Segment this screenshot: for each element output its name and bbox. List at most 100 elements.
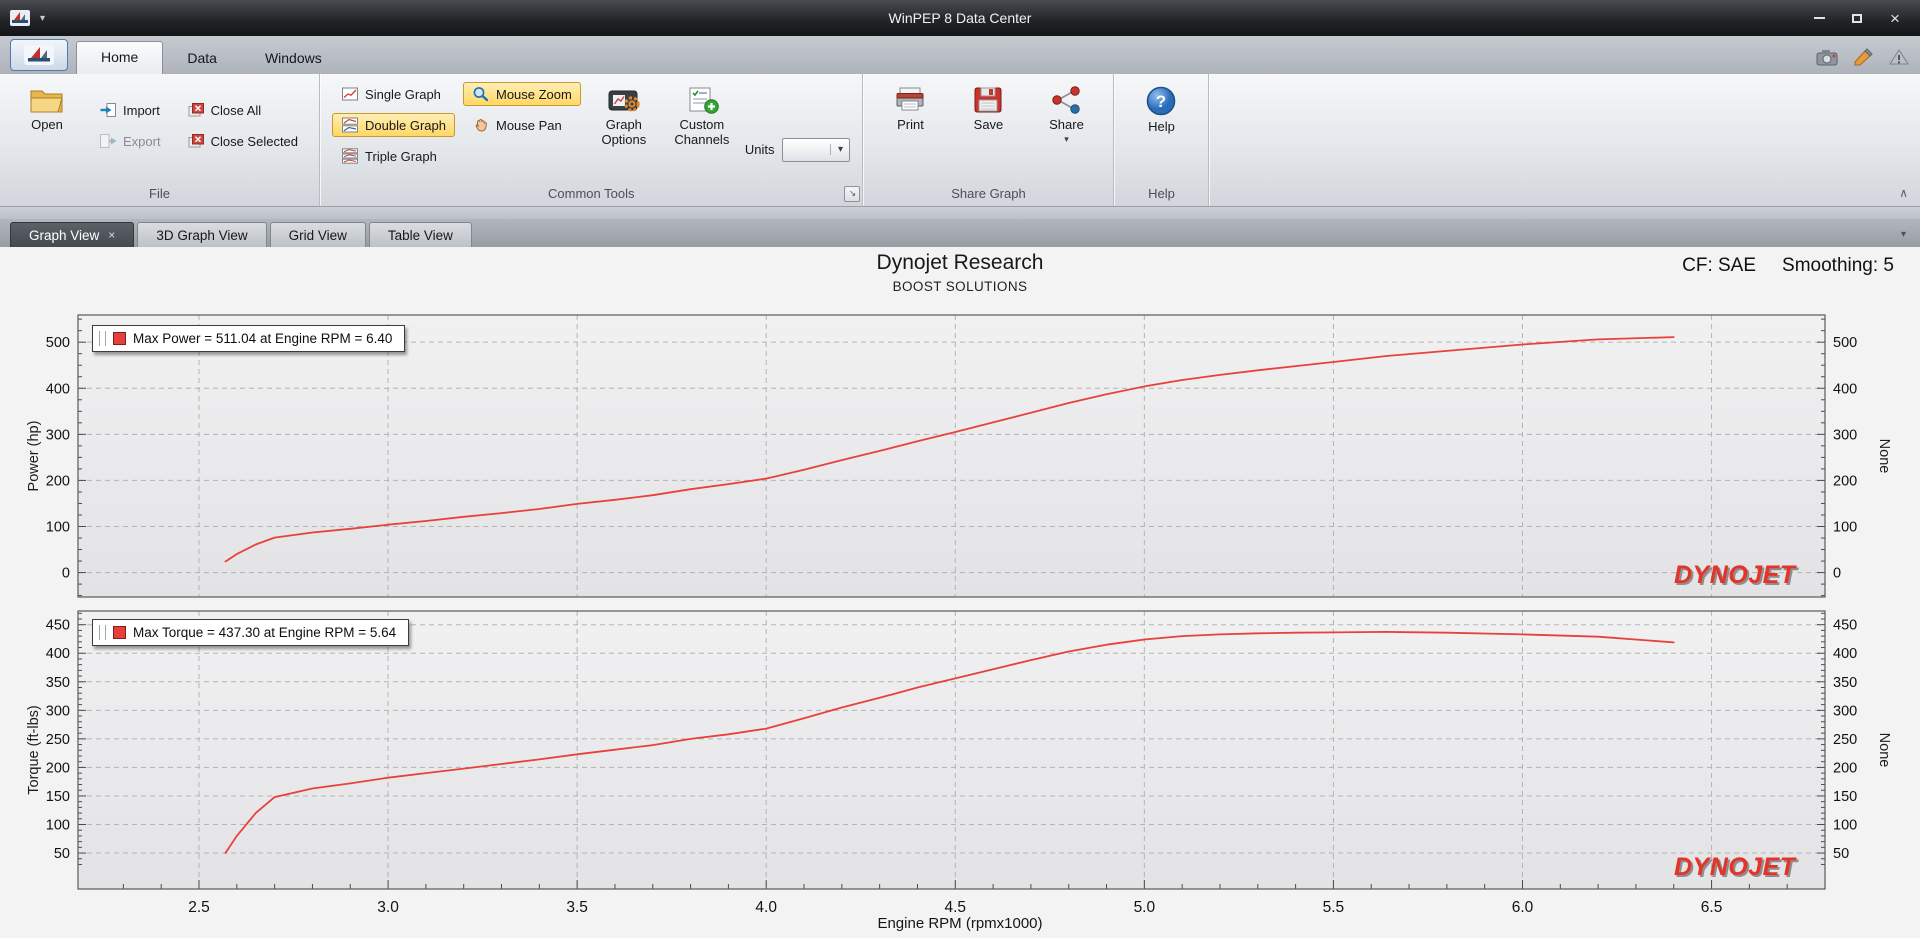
alerts-icon[interactable]: [1888, 48, 1910, 66]
dynojet-watermark: DYNOJET: [1674, 853, 1796, 881]
svg-text:0: 0: [1833, 566, 1841, 582]
units-dropdown-arrow-icon: ▾: [830, 144, 849, 155]
save-button[interactable]: Save: [953, 78, 1023, 185]
triple-graph-icon: [341, 148, 359, 164]
tab-graph-view-label: Graph View: [29, 227, 100, 243]
maximize-icon: [1852, 13, 1862, 23]
svg-text:200: 200: [46, 760, 70, 776]
minimize-button[interactable]: [1800, 4, 1838, 32]
share-graph-group-label: Share Graph: [951, 186, 1026, 201]
export-button[interactable]: Export: [90, 129, 170, 153]
svg-text:3.5: 3.5: [566, 899, 588, 916]
help-label: Help: [1148, 119, 1175, 134]
titlebar: ▾ WinPEP 8 Data Center ×: [0, 0, 1920, 36]
tab-3d-graph-view[interactable]: 3D Graph View: [137, 222, 267, 247]
power-legend[interactable]: Max Power = 511.04 at Engine RPM = 6.40: [92, 325, 406, 352]
tab-grid-view[interactable]: Grid View: [269, 222, 366, 247]
tab-table-view[interactable]: Table View: [368, 222, 472, 247]
custom-channels-icon: [684, 85, 720, 115]
svg-text:350: 350: [46, 675, 70, 691]
single-graph-button[interactable]: Single Graph: [332, 82, 455, 106]
export-label: Export: [123, 133, 161, 149]
mouse-pan-label: Mouse Pan: [495, 117, 562, 133]
tab-windows[interactable]: Windows: [241, 43, 346, 74]
mouse-zoom-button[interactable]: Mouse Zoom: [462, 82, 581, 106]
tab-home[interactable]: Home: [76, 41, 164, 74]
ribbon-group-common-tools: Single Graph Double Graph Triple Graph M…: [320, 74, 864, 206]
svg-text:450: 450: [1833, 618, 1857, 634]
svg-text:5.0: 5.0: [1134, 899, 1156, 916]
collapse-ribbon-icon[interactable]: ∧: [1899, 186, 1908, 200]
share-icon: [1049, 85, 1083, 115]
svg-text:3.0: 3.0: [377, 899, 399, 916]
svg-text:500: 500: [46, 335, 70, 351]
close-selected-label: Close Selected: [210, 133, 299, 149]
double-graph-button[interactable]: Double Graph: [332, 113, 455, 137]
tab-graph-view[interactable]: Graph View ×: [10, 222, 135, 247]
svg-text:50: 50: [1833, 846, 1849, 862]
tab-grid-view-label: Grid View: [288, 227, 347, 243]
svg-text:400: 400: [1833, 381, 1857, 397]
triple-graph-button[interactable]: Triple Graph: [332, 144, 455, 168]
quick-access-dropdown-icon[interactable]: ▾: [40, 13, 45, 24]
single-graph-label: Single Graph: [365, 86, 441, 102]
graph-options-label: Graph Options: [601, 117, 647, 147]
tab-close-icon[interactable]: ×: [108, 228, 115, 242]
tab-list-dropdown-icon[interactable]: ▾: [1901, 229, 1906, 240]
print-button[interactable]: Print: [875, 78, 945, 185]
help-button[interactable]: ? Help: [1126, 78, 1196, 185]
import-button[interactable]: Import: [90, 98, 170, 122]
close-all-button[interactable]: Close All: [178, 98, 307, 122]
svg-text:50: 50: [54, 846, 70, 862]
power-y-axis-label: Power (hp): [26, 420, 42, 492]
help-icon: ?: [1144, 85, 1178, 117]
svg-text:250: 250: [1833, 732, 1857, 748]
double-graph-icon: [341, 117, 359, 133]
graph-view-panel: 0 0 100 100 200 200 300 300 400 400 500 500 50 50 100 1…: [0, 247, 1920, 938]
import-icon: [99, 102, 117, 118]
mouse-zoom-label: Mouse Zoom: [495, 86, 572, 102]
svg-text:450: 450: [46, 618, 70, 634]
help-group-label: Help: [1148, 186, 1175, 201]
svg-text:300: 300: [1833, 703, 1857, 719]
tab-data[interactable]: Data: [163, 43, 241, 74]
close-icon: ×: [1890, 8, 1900, 28]
tab-3d-graph-view-label: 3D Graph View: [156, 227, 248, 243]
ribbon-tab-row: Home Data Windows: [0, 36, 1920, 74]
share-button[interactable]: Share ▾: [1031, 78, 1101, 185]
common-tools-dialog-launcher[interactable]: ↘: [844, 186, 861, 202]
close-selected-icon: [187, 133, 205, 149]
torque-legend-text: Max Torque = 437.30 at Engine RPM = 5.64: [133, 625, 397, 640]
custom-channels-button[interactable]: Custom Channels: [667, 78, 737, 185]
maximize-button[interactable]: [1838, 4, 1876, 32]
ribbon-group-share-graph: Print Save Share ▾ Share Graph: [863, 74, 1115, 206]
svg-text:300: 300: [1833, 427, 1857, 443]
torque-y-axis-label: Torque (ft-lbs): [26, 705, 42, 795]
mouse-zoom-icon: [472, 86, 490, 102]
torque-legend[interactable]: Max Torque = 437.30 at Engine RPM = 5.64: [92, 619, 410, 646]
share-label: Share: [1049, 117, 1084, 132]
screenshot-icon[interactable]: [1816, 48, 1838, 66]
torque-series-swatch: [113, 626, 126, 639]
ribbon: Open Import Export Close All Close Selec…: [0, 74, 1920, 207]
winpep-logo-icon: [24, 45, 54, 65]
svg-text:350: 350: [1833, 675, 1857, 691]
application-menu-button[interactable]: [10, 39, 68, 71]
svg-text:100: 100: [1833, 817, 1857, 833]
svg-text:4.0: 4.0: [755, 899, 777, 916]
tab-table-view-label: Table View: [387, 227, 453, 243]
close-selected-button[interactable]: Close Selected: [178, 129, 307, 153]
open-button[interactable]: Open: [12, 78, 82, 185]
winpep-window: ▾ WinPEP 8 Data Center × Home Data Windo…: [0, 0, 1920, 938]
open-label: Open: [31, 117, 63, 132]
window-title: WinPEP 8 Data Center: [888, 10, 1032, 26]
custom-channels-label: Custom Channels: [674, 117, 730, 147]
close-button[interactable]: ×: [1876, 4, 1914, 32]
graph-options-button[interactable]: Graph Options: [589, 78, 659, 185]
legend-grip-icon: [99, 625, 106, 640]
units-dropdown[interactable]: ▾: [782, 137, 851, 162]
theme-brush-icon[interactable]: [1852, 48, 1874, 66]
svg-text:0: 0: [62, 566, 70, 582]
mouse-pan-button[interactable]: Mouse Pan: [463, 113, 581, 137]
svg-text:200: 200: [1833, 473, 1857, 489]
